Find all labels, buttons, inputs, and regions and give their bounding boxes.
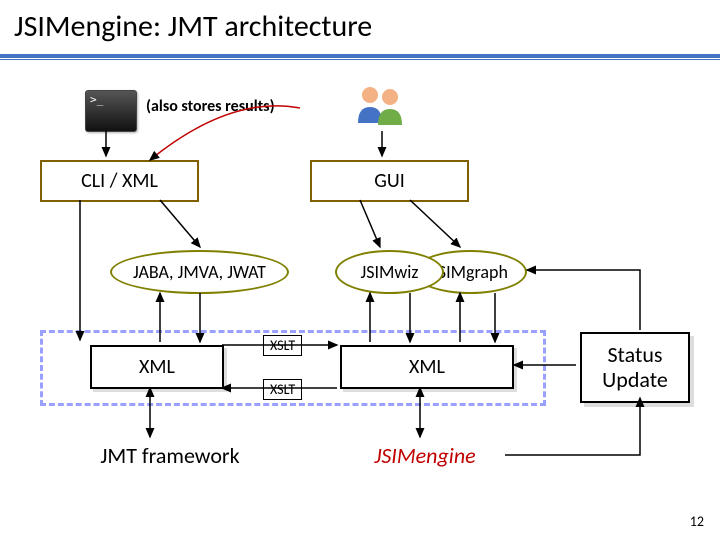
status-line2: Update — [590, 367, 680, 392]
jsimwiz-oval: JSIMwiz — [335, 250, 444, 294]
xml-left-box: XML — [90, 345, 224, 389]
users-icon — [350, 83, 410, 129]
stores-results-note: (also stores results) — [146, 97, 275, 116]
jmt-framework-label: JMT framework — [75, 440, 265, 470]
title-underline — [0, 54, 720, 60]
page-number: 12 — [690, 513, 704, 530]
status-update-box: Status Update — [580, 332, 690, 403]
cli-xml-box: CLI / XML — [40, 160, 199, 202]
page-title: JSIMengine: JMT architecture — [14, 8, 372, 45]
slide: JSIMengine: JMT architecture (also store… — [0, 0, 720, 540]
jaba-jmva-jwat-oval: JABA, JMVA, JWAT — [110, 250, 289, 294]
xml-right-box: XML — [340, 345, 514, 389]
terminal-icon — [85, 90, 137, 132]
status-line1: Status — [590, 342, 680, 367]
xslt-label-top: XSLT — [263, 335, 302, 356]
xslt-label-bottom: XSLT — [263, 379, 302, 400]
gui-box: GUI — [310, 160, 469, 202]
jsimengine-label: JSIMengine — [345, 440, 505, 470]
